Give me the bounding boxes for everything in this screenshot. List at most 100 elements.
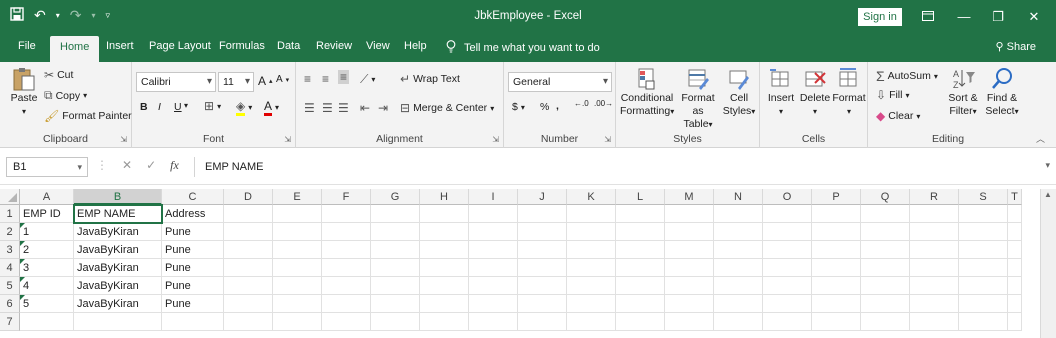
column-header-a[interactable]: A [20,189,74,205]
cell-t3[interactable] [1008,241,1022,259]
cell-m5[interactable] [665,277,714,295]
cell-s5[interactable] [959,277,1008,295]
cell-s1[interactable] [959,205,1008,223]
cell-s2[interactable] [959,223,1008,241]
column-header-m[interactable]: M [665,189,714,205]
share-button[interactable]: ⚲ Share [996,40,1036,53]
cell-j5[interactable] [518,277,567,295]
increase-decimal-icon[interactable]: ←.0 [574,99,589,108]
conditional-formatting-button[interactable]: Conditional Formatting▾ [620,66,674,118]
column-header-d[interactable]: D [224,189,273,205]
column-header-o[interactable]: O [763,189,812,205]
column-header-t[interactable]: T [1008,189,1022,205]
cell-t7[interactable] [1008,313,1022,331]
expand-formula-bar-icon[interactable]: ▾ [1045,160,1050,171]
cell-a3[interactable]: 2 [20,241,74,259]
formula-input[interactable]: EMP NAME [194,157,1044,177]
cell-d3[interactable] [224,241,273,259]
cell-d1[interactable] [224,205,273,223]
cell-k7[interactable] [567,313,616,331]
row-header-3[interactable]: 3 [0,241,20,259]
increase-font-size-button[interactable]: A ▴ [258,74,273,88]
cell-r7[interactable] [910,313,959,331]
cell-f5[interactable] [322,277,371,295]
row-header-6[interactable]: 6 [0,295,20,313]
cell-k6[interactable] [567,295,616,313]
cell-e1[interactable] [273,205,322,223]
cell-c3[interactable]: Pune [162,241,224,259]
cell-b1[interactable]: EMP NAME [73,204,163,224]
cell-q4[interactable] [861,259,910,277]
cell-e3[interactable] [273,241,322,259]
borders-button[interactable]: ⊞ ▾ [204,99,221,113]
bottom-align-icon[interactable]: ≡ [338,70,350,84]
cell-o4[interactable] [763,259,812,277]
cell-b3[interactable]: JavaByKiran [74,241,162,259]
cell-o5[interactable] [763,277,812,295]
cell-j6[interactable] [518,295,567,313]
cell-n6[interactable] [714,295,763,313]
comma-button[interactable]: , [556,100,559,112]
cell-s6[interactable] [959,295,1008,313]
column-header-f[interactable]: F [322,189,371,205]
cell-g5[interactable] [371,277,420,295]
orientation-icon[interactable]: ⟋ ▾ [360,72,375,87]
paste-dropdown-icon[interactable]: ▾ [8,105,40,118]
name-box[interactable]: B1 ▾ [6,157,88,177]
cell-h7[interactable] [420,313,469,331]
cell-p2[interactable] [812,223,861,241]
cell-f4[interactable] [322,259,371,277]
column-header-n[interactable]: N [714,189,763,205]
cell-r6[interactable] [910,295,959,313]
cell-i5[interactable] [469,277,518,295]
cell-n1[interactable] [714,205,763,223]
cell-o3[interactable] [763,241,812,259]
enter-icon[interactable]: ✓ [146,158,156,173]
middle-align-icon[interactable]: ≡ [322,72,329,86]
cell-s7[interactable] [959,313,1008,331]
column-header-b[interactable]: B [74,189,162,205]
tell-me-box[interactable]: Tell me what you want to do [446,40,600,56]
tab-view[interactable]: View [366,40,390,52]
cell-j7[interactable] [518,313,567,331]
cell-styles-button[interactable]: Cell Styles▾ [720,66,758,118]
fill-color-button[interactable]: ◈ ▾ [236,99,252,116]
sort-filter-button[interactable]: AZ Sort & Filter▾ [944,66,982,118]
cell-f3[interactable] [322,241,371,259]
close-icon[interactable]: ✕ [1022,6,1046,28]
copy-button[interactable]: ⧉ Copy ▾ [44,88,87,103]
tab-data[interactable]: Data [277,40,300,52]
cell-m3[interactable] [665,241,714,259]
column-header-p[interactable]: P [812,189,861,205]
format-cells-button[interactable]: Format ▾ [832,66,866,118]
align-right-icon[interactable]: ☰ [338,101,349,115]
cell-j1[interactable] [518,205,567,223]
cell-e6[interactable] [273,295,322,313]
ribbon-display-icon[interactable] [916,6,940,28]
row-header-1[interactable]: 1 [0,205,20,223]
paste-button[interactable]: Paste ▾ [8,66,40,118]
collapse-ribbon-icon[interactable]: ︿ [1036,132,1045,145]
cell-f6[interactable] [322,295,371,313]
merge-center-button[interactable]: ⊟ Merge & Center ▾ [400,101,494,115]
cell-i4[interactable] [469,259,518,277]
cell-n7[interactable] [714,313,763,331]
cell-t1[interactable] [1008,205,1022,223]
decrease-indent-icon[interactable]: ⇤ [360,101,370,115]
cell-i3[interactable] [469,241,518,259]
cell-d2[interactable] [224,223,273,241]
alignment-launcher-icon[interactable]: ⇲ [492,135,499,144]
font-name-select[interactable]: Calibri ▾ [136,72,216,92]
tab-review[interactable]: Review [316,40,352,52]
cell-a5[interactable]: 4 [20,277,74,295]
tab-insert[interactable]: Insert [106,40,134,52]
cell-h2[interactable] [420,223,469,241]
column-header-s[interactable]: S [959,189,1008,205]
cell-d4[interactable] [224,259,273,277]
font-launcher-icon[interactable]: ⇲ [284,135,291,144]
cell-q6[interactable] [861,295,910,313]
cell-e5[interactable] [273,277,322,295]
cell-l6[interactable] [616,295,665,313]
tab-home[interactable]: Home [50,36,100,62]
cell-p1[interactable] [812,205,861,223]
